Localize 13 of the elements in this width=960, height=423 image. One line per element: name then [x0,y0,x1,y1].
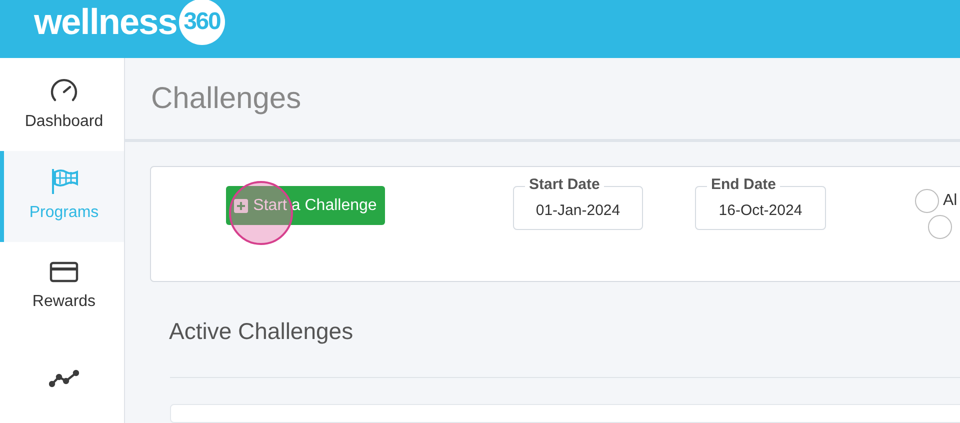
flag-icon [49,167,79,196]
logo-wordmark: wellness [34,4,177,40]
sidebar-item[interactable]: Rewards [0,242,124,332]
credit-card-icon [49,260,79,284]
radio-label: Al [943,191,958,211]
logo-badge: 360 [178,0,225,45]
radio-button[interactable] [928,215,952,239]
line-chart-icon [49,368,79,388]
plus-icon [234,198,248,212]
radio-button[interactable] [915,189,939,213]
section-title: Active Challenges [169,317,354,346]
page-title: Challenges [151,81,302,117]
sidebar-item[interactable]: Dashboard [0,60,124,151]
